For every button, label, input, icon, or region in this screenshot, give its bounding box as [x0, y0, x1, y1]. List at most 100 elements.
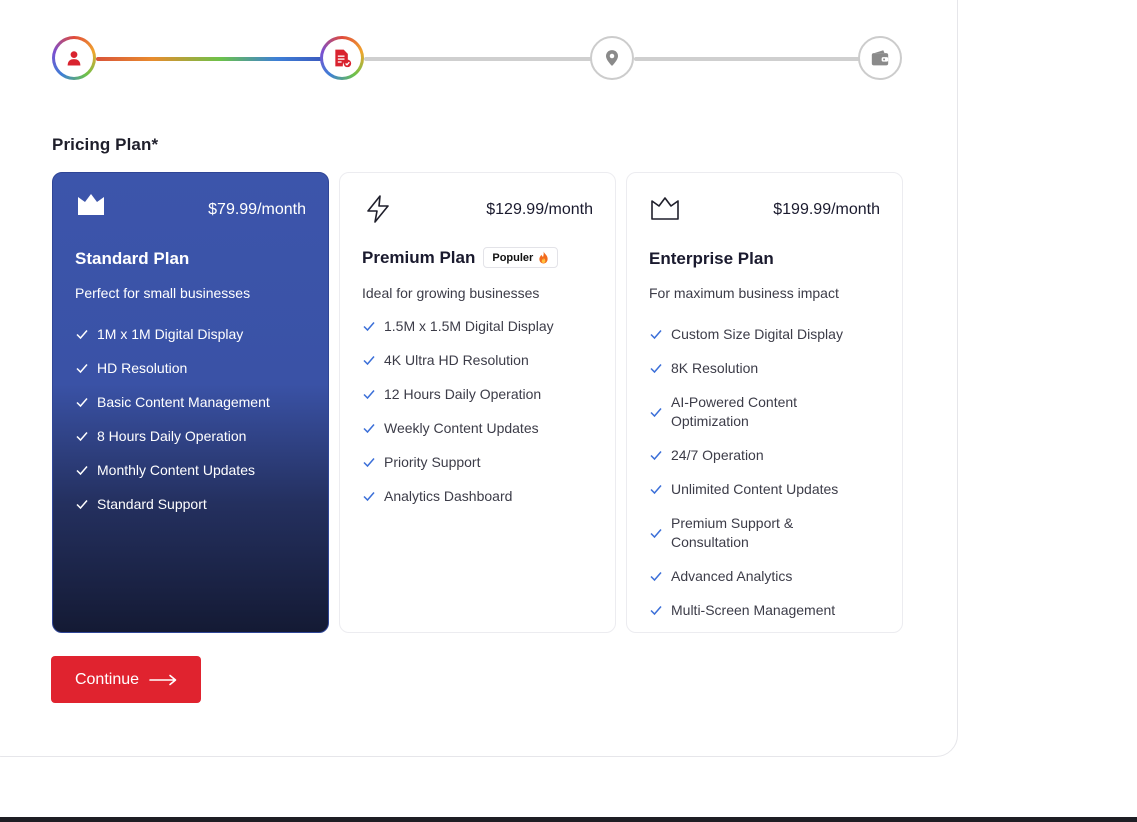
check-icon: [650, 606, 662, 616]
feature-text: 8K Resolution: [671, 359, 759, 376]
check-icon: [363, 492, 375, 502]
feature-item: AI-Powered Content Optimization: [649, 385, 884, 438]
feature-item: 4K Ultra HD Resolution: [362, 343, 597, 377]
check-icon: [363, 322, 375, 332]
feature-text: 4K Ultra HD Resolution: [384, 351, 529, 368]
feature-text: Custom Size Digital Display: [671, 325, 843, 342]
feature-text: Priority Support: [384, 453, 481, 470]
crown-outline-icon: [651, 197, 679, 220]
feature-item: Unlimited Content Updates: [649, 472, 884, 506]
plan-card-enterprise[interactable]: $199.99/month Enterprise Plan For maximu…: [626, 172, 903, 633]
feature-item: Weekly Content Updates: [362, 411, 597, 445]
check-icon: [650, 528, 662, 538]
popular-badge: Populer: [483, 247, 559, 268]
check-icon: [363, 356, 375, 366]
feature-item: 24/7 Operation: [649, 438, 884, 472]
plan-price: $199.99/month: [773, 201, 880, 218]
plan-title-text: Premium Plan: [362, 247, 476, 267]
plan-title: Enterprise Plan: [649, 249, 774, 269]
continue-button[interactable]: Continue: [51, 656, 201, 703]
check-icon: [363, 390, 375, 400]
feature-item: 1M x 1M Digital Display: [75, 317, 310, 351]
feature-item: Premium Support & Consultation: [649, 506, 884, 559]
plan-description: Ideal for growing businesses: [362, 285, 540, 301]
feature-item: Priority Support: [362, 445, 597, 479]
feature-text: Multi-Screen Management: [671, 601, 836, 618]
feature-text: Monthly Content Updates: [97, 461, 255, 478]
plan-description: For maximum business impact: [649, 285, 839, 301]
plan-features: 1M x 1M Digital Display HD Resolution Ba…: [75, 317, 310, 521]
check-icon: [76, 398, 88, 408]
feature-item: 8 Hours Daily Operation: [75, 419, 310, 453]
feature-item: Monthly Content Updates: [75, 453, 310, 487]
feature-item: Analytics Dashboard: [362, 479, 597, 513]
check-icon: [76, 466, 88, 476]
crown-icon: [78, 194, 104, 215]
feature-text: 8 Hours Daily Operation: [97, 427, 247, 444]
feature-text: 1M x 1M Digital Display: [97, 325, 244, 342]
feature-text: 1.5M x 1.5M Digital Display: [384, 317, 554, 334]
check-icon: [650, 572, 662, 582]
pricing-plan-label: Pricing Plan*: [52, 135, 159, 154]
check-icon: [363, 424, 375, 434]
feature-text: 24/7 Operation: [671, 446, 764, 463]
location-pin-icon: [606, 50, 618, 66]
step-connector-completed: [96, 57, 322, 61]
feature-text: Analytics Dashboard: [384, 487, 513, 504]
feature-text: Unlimited Content Updates: [671, 480, 839, 497]
step-plan[interactable]: [320, 36, 364, 80]
feature-item: Basic Content Management: [75, 385, 310, 419]
plan-description: Perfect for small businesses: [75, 285, 251, 301]
check-icon: [650, 485, 662, 495]
plan-title: Standard Plan: [75, 249, 189, 269]
feature-item: Advanced Analytics: [649, 559, 884, 593]
plan-title-text: Enterprise Plan: [649, 249, 774, 268]
plan-features: Custom Size Digital Display 8K Resolutio…: [649, 317, 884, 627]
footer-bar: [0, 817, 1137, 822]
plan-price: $129.99/month: [486, 201, 593, 218]
feature-item: 8K Resolution: [649, 351, 884, 385]
check-icon: [76, 364, 88, 374]
lightning-icon: [367, 195, 389, 223]
feature-text: Premium Support & Consultation: [671, 514, 794, 550]
step-location[interactable]: [590, 36, 634, 80]
step-account[interactable]: [52, 36, 96, 80]
plan-card-premium[interactable]: $129.99/month Premium Plan Populer Ideal…: [339, 172, 616, 633]
feature-text: AI-Powered Content Optimization: [671, 393, 798, 429]
plan-title: Premium Plan Populer: [362, 247, 559, 268]
feature-text: Weekly Content Updates: [384, 419, 539, 436]
plan-card-standard[interactable]: $79.99/month Standard Plan Perfect for s…: [52, 172, 329, 633]
feature-text: Standard Support: [97, 495, 207, 512]
progress-stepper: [52, 36, 904, 82]
check-icon: [650, 330, 662, 340]
wallet-icon: [871, 50, 889, 66]
feature-item: Custom Size Digital Display: [649, 317, 884, 351]
plan-features: 1.5M x 1.5M Digital Display 4K Ultra HD …: [362, 309, 597, 513]
feature-item: HD Resolution: [75, 351, 310, 385]
check-icon: [650, 407, 662, 417]
feature-item: Standard Support: [75, 487, 310, 521]
check-icon: [650, 451, 662, 461]
check-icon: [650, 364, 662, 374]
feature-item: Multi-Screen Management: [649, 593, 884, 627]
fire-icon: [539, 251, 548, 264]
feature-text: Advanced Analytics: [671, 567, 793, 584]
document-check-icon: [335, 49, 352, 68]
step-payment[interactable]: [858, 36, 902, 80]
feature-text: Basic Content Management: [97, 393, 270, 410]
check-icon: [76, 432, 88, 442]
continue-button-label: Continue: [74, 670, 140, 688]
feature-item: 1.5M x 1.5M Digital Display: [362, 309, 597, 343]
feature-text: HD Resolution: [97, 359, 188, 376]
feature-item: 12 Hours Daily Operation: [362, 377, 597, 411]
arrow-right-icon: [149, 674, 177, 685]
badge-text: Populer: [492, 251, 534, 264]
check-icon: [363, 458, 375, 468]
check-icon: [76, 330, 88, 340]
plan-title-text: Standard Plan: [75, 249, 190, 268]
check-icon: [76, 500, 88, 510]
step-connector: [364, 57, 592, 61]
plan-price: $79.99/month: [208, 201, 306, 218]
feature-text: 12 Hours Daily Operation: [384, 385, 542, 402]
step-connector: [634, 57, 860, 61]
